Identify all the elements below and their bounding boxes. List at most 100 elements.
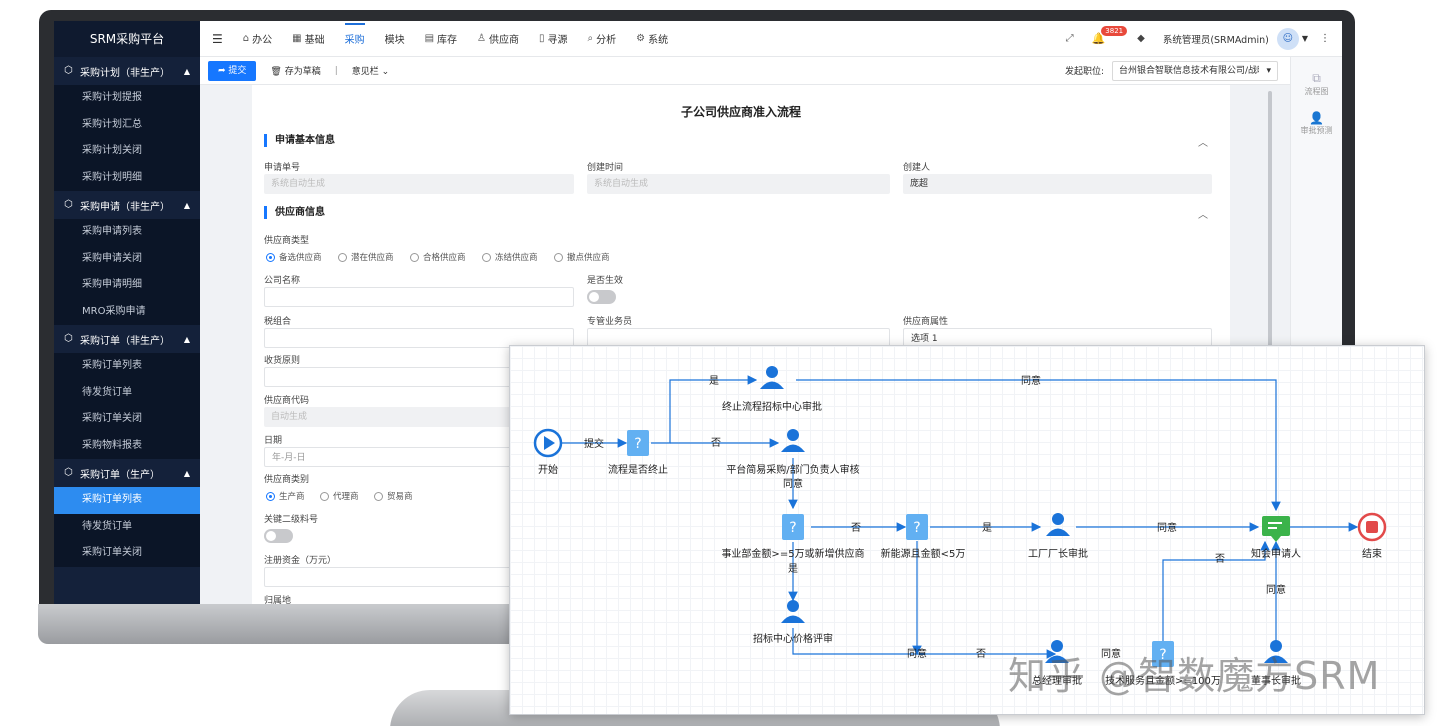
send-icon: ➦ [218,65,229,76]
scrollbar[interactable] [1268,91,1272,351]
edge-agree [796,379,1281,512]
amount-check-label: 事业部金额>=5万或新增供应商 [721,547,864,560]
layers-icon[interactable]: ◆ [1137,33,1145,44]
sidebar: SRM采购平台 ⬡ 采购计划（非生产） ▲ 采购计划提报 采购计划汇总 采购计划关闭 采购计… [54,21,200,604]
radio-icon [338,252,347,262]
sidebar-item[interactable]: 采购计划关闭 [54,138,200,165]
company-name-input[interactable] [264,287,574,307]
tab-label: 寻源 [547,35,568,46]
collapse-icon[interactable]: ︿ [1198,134,1208,149]
radio-option[interactable]: 合格供应商 [410,251,466,263]
tab-item[interactable]: ▦ 基础 [292,31,324,46]
message-icon [1268,522,1282,524]
check-end-label: 流程是否终止 [608,463,668,476]
more-icon[interactable]: ⋮ [1320,33,1330,44]
end-label: 结束 [1362,547,1382,560]
tab-item[interactable]: ⌕ 分析 [588,31,617,46]
tax-combo-label: 税组合 [264,317,292,327]
radio-option[interactable]: 备选供应商 [266,251,322,263]
terminate-review-node [766,366,778,378]
sidebar-item[interactable]: 采购订单关闭 [54,540,200,567]
key-material-switch[interactable] [264,529,293,543]
dept-review-node [787,429,799,441]
radio-option[interactable]: 冻结供应商 [482,251,538,263]
sidebar-item[interactable]: 采购计划汇总 [54,111,200,138]
search-icon: ⌕ [587,33,594,44]
sidebar-item[interactable]: MRO采购申请 [54,298,200,325]
dept-review-label: 平台简易采购/部门负责人审核 [726,463,859,476]
user-icon: ♙ [477,33,486,44]
radio-label: 撤点供应商 [567,253,610,263]
radio-option[interactable]: 贸易商 [374,490,413,502]
tab-item[interactable]: ▯ 寻源 [539,31,568,46]
person-icon: 👤 [1309,111,1324,125]
edge-label: 是 [788,563,798,575]
sidebar-groups: ⬡ 采购计划（非生产） ▲ 采购计划提报 采购计划汇总 采购计划关闭 采购计划明细 ⬡ 采购申请… [54,57,200,567]
edge-no [1162,540,1270,641]
edge-label: 同意 [1021,374,1041,387]
chevron-down-icon[interactable]: ▼ [1302,34,1308,43]
user-name[interactable]: 系统管理员(SRMAdmin) [1163,32,1269,46]
effective-switch[interactable] [587,290,616,304]
divider: | [334,65,338,76]
sidebar-group[interactable]: ⬡ 采购订单（生产） ▲ [54,459,200,487]
sidebar-group[interactable]: ⬡ 采购计划（非生产） ▲ [54,57,200,85]
sidebar-item[interactable]: 采购申请关闭 [54,245,200,272]
radio-label: 贸易商 [387,492,413,502]
create-time-label: 创建时间 [587,163,624,173]
radio-option[interactable]: 撤点供应商 [554,251,610,263]
sidebar-item[interactable]: 采购计划提报 [54,85,200,112]
fullscreen-icon[interactable]: ⤢ [1066,33,1074,44]
region-label: 归属地 [264,596,292,604]
radio-icon [266,491,275,501]
chevron-up-icon: ▲ [183,200,190,210]
save-draft-button[interactable]: 🗑 存为草稿 [270,64,320,77]
doc-icon: ▯ [539,33,545,44]
notify-label: 知会申请人 [1251,547,1301,560]
tab-label: 库存 [437,35,458,46]
price-review-node [787,600,799,612]
tab-item[interactable]: ♙ 供应商 [477,31,519,46]
sidebar-group-label: 采购订单（生产） [80,469,160,481]
post-selector: 发起职位: 台州银合智联信息技术有限公司/战略 ▾ [1065,60,1290,81]
submit-button[interactable]: ➦ 提交 [208,60,257,81]
terminate-review-label: 终止流程招标中心审批 [722,400,822,413]
staff-label: 专管业务员 [587,317,633,327]
sidebar-item[interactable]: 采购订单列表 [54,353,200,380]
section-basic-title: 申请基本信息 [264,134,335,147]
radio-option[interactable]: 代理商 [320,490,359,502]
tab-item[interactable]: 模块 [385,31,405,46]
top-nav-tabs: ⌂ 办公 ▦ 基础 采购 模块 ▤ 库存 ♙ 供应商 ▯ 寻源 ⌕ 分析 ⚙ 系统 [223,23,668,46]
approval-preview-button[interactable]: 👤 审批预测 [1291,111,1342,136]
avatar[interactable]: ☺ [1276,27,1299,50]
sidebar-item[interactable]: 采购计划明细 [54,164,200,191]
post-select[interactable]: 台州银合智联信息技术有限公司/战略 ▾ [1112,60,1278,81]
radio-option[interactable]: 潜在供应商 [338,251,394,263]
tab-item[interactable]: ⚙ 系统 [636,31,668,46]
sidebar-item[interactable]: 待发货订单 [54,379,200,406]
edge-label: 同意 [1266,583,1286,596]
sidebar-item[interactable]: 采购申请列表 [54,219,200,246]
sidebar-item[interactable]: 采购物料报表 [54,432,200,459]
chevron-up-icon: ▲ [183,66,190,76]
radio-option[interactable]: 生产商 [266,490,305,502]
radio-label: 潜在供应商 [351,253,394,263]
tab-item[interactable]: ▤ 库存 [425,31,457,46]
radio-icon [266,252,275,262]
sidebar-group[interactable]: ⬡ 采购申请（非生产） ▲ [54,191,200,219]
factory-review-label: 工厂厂长审批 [1028,547,1088,560]
tab-item[interactable]: ⌂ 办公 [243,31,272,46]
menu-toggle-icon[interactable]: ☰ [212,32,223,46]
flow-chart-button[interactable]: ⧉ 流程图 [1291,71,1342,97]
sidebar-item[interactable]: 采购申请明细 [54,272,200,299]
sidebar-group[interactable]: ⬡ 采购订单（非生产） ▲ [54,325,200,353]
tab-item[interactable]: 采购 [344,23,365,46]
save-draft-label: 存为草稿 [284,67,321,77]
edge-label: 提交 [584,437,604,450]
sidebar-item[interactable]: 采购订单关闭 [54,406,200,433]
sidebar-item[interactable]: 待发货订单 [54,513,200,540]
collapse-icon[interactable]: ︿ [1198,206,1208,221]
opinion-toggle[interactable]: 意见栏 ⌄ [352,64,389,77]
sidebar-item[interactable]: 采购订单列表 [54,487,200,514]
radio-label: 生产商 [279,492,305,502]
